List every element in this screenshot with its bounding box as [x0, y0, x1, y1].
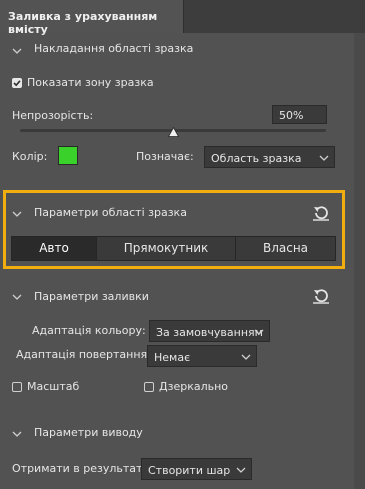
- rotation-adaptation-label: Адаптація повертання:: [16, 348, 151, 361]
- rotation-adaptation-value: Немає: [154, 351, 191, 364]
- section-title-sampling-overlay[interactable]: Накладання області зразка: [34, 42, 193, 55]
- chevron-down-icon: [236, 467, 246, 473]
- chevron-down-icon[interactable]: [12, 292, 22, 302]
- reset-icon[interactable]: [312, 287, 330, 304]
- indicates-select[interactable]: Область зразка: [204, 146, 335, 168]
- opacity-input[interactable]: 50%: [272, 105, 327, 124]
- output-to-value: Створити шар: [148, 464, 231, 477]
- chevron-down-icon[interactable]: [12, 429, 22, 439]
- mirror-checkbox[interactable]: [144, 382, 154, 392]
- indicates-select-value: Область зразка: [211, 152, 302, 165]
- color-adaptation-value: За замовчуванням: [156, 326, 263, 339]
- chevron-down-icon[interactable]: [12, 209, 22, 219]
- checkmark-icon: [13, 80, 21, 87]
- scale-checkbox[interactable]: [12, 382, 22, 392]
- mirror-label[interactable]: Дзеркально: [159, 380, 228, 393]
- opacity-slider-thumb[interactable]: [167, 127, 179, 137]
- segment-custom[interactable]: Власна: [236, 237, 335, 260]
- tab-content-aware-fill[interactable]: Заливка з урахуванням вмісту: [0, 0, 184, 36]
- section-title-output-settings[interactable]: Параметри виводу: [34, 426, 143, 439]
- color-adaptation-label: Адаптація кольору:: [32, 324, 146, 337]
- section-title-sampling-options[interactable]: Параметри області зразка: [34, 206, 187, 219]
- segment-auto[interactable]: Авто: [12, 237, 97, 260]
- chevron-down-icon[interactable]: [12, 46, 22, 56]
- color-swatch[interactable]: [58, 146, 78, 165]
- sampling-area-segmented-control: Авто Прямокутник Власна: [11, 236, 336, 261]
- rotation-adaptation-select[interactable]: Немає: [147, 345, 257, 367]
- opacity-label: Непрозорість:: [12, 109, 94, 122]
- color-adaptation-select[interactable]: За замовчуванням: [149, 320, 270, 342]
- chevron-down-icon: [241, 354, 251, 360]
- color-label: Колір:: [12, 150, 48, 163]
- output-to-select[interactable]: Створити шар: [141, 458, 252, 480]
- chevron-down-icon: [319, 155, 329, 161]
- panel-scrollbar[interactable]: [354, 33, 365, 489]
- reset-icon[interactable]: [312, 204, 330, 221]
- show-sample-area-checkbox[interactable]: [12, 78, 22, 88]
- indicates-label: Позначає:: [136, 150, 194, 163]
- segment-rectangle[interactable]: Прямокутник: [97, 237, 236, 260]
- output-to-label: Отримати в результаті:: [12, 462, 150, 475]
- show-sample-area-label[interactable]: Показати зону зразка: [27, 76, 154, 89]
- scale-label[interactable]: Масштаб: [27, 380, 79, 393]
- chevron-down-icon: [254, 329, 264, 335]
- section-title-fill-settings[interactable]: Параметри заливки: [34, 290, 149, 303]
